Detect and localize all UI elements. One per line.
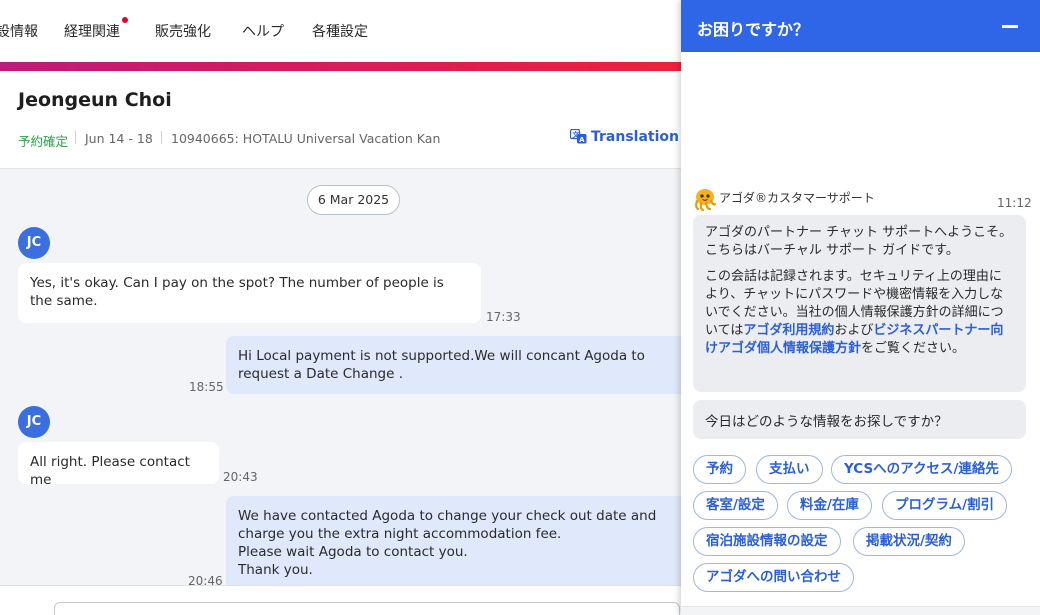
translate-icon: 文 A [569, 128, 587, 144]
guest-avatar: JC [18, 406, 50, 438]
quick-reply-programs[interactable]: プログラム/割引 [882, 491, 1008, 520]
nav-item-help[interactable]: ヘルプ [242, 21, 284, 41]
guest-name: Jeongeun Choi [18, 89, 172, 111]
agent-question-bubble: 今日はどのような情報をお探しですか？ [693, 400, 1026, 439]
booking-dates: Jun 14 - 18 [85, 131, 153, 146]
message-bubble-incoming: All right. Please contact me [18, 442, 219, 488]
message-bubble-outgoing: We have contacted Agoda to change your c… [226, 496, 682, 585]
quick-reply-rates[interactable]: 料金/在庫 [787, 491, 872, 520]
quick-reply-rooms[interactable]: 客室/設定 [693, 491, 778, 520]
booking-property: 10940665: HOTALU Universal Vacation Kan [171, 131, 441, 146]
notice-suffix: をご覧ください。 [861, 341, 966, 356]
translation-button[interactable]: 文 A Translation o [569, 128, 694, 145]
quick-reply-reservation[interactable]: 予約 [693, 455, 746, 484]
composer-bar [0, 585, 682, 615]
agent-name: アゴダ®カスタマーサポート [719, 191, 875, 205]
translation-label: Translation o [591, 129, 694, 145]
message-text: All right. Please contact me [30, 454, 190, 488]
help-panel-title: お困りですか？ [697, 20, 810, 39]
help-panel-header: お困りですか？ [681, 0, 1040, 52]
quick-reply-ycs-access[interactable]: YCSへのアクセス/連絡先 [831, 455, 1012, 484]
message-text: Hi Local payment is not supported.We wil… [238, 348, 645, 382]
nav-item-accounting[interactable]: 経理関連 [64, 21, 120, 41]
divider [75, 131, 76, 144]
minimize-icon[interactable] [1002, 25, 1018, 28]
message-time: 20:43 [223, 470, 258, 484]
guest-avatar: JC [18, 227, 50, 259]
quick-reply-property-setup[interactable]: 宿泊施設情報の設定 [693, 527, 841, 556]
message-line: We have contacted Agoda to change your c… [238, 508, 657, 542]
date-divider: 6 Mar 2025 [307, 185, 400, 215]
octopus-icon [695, 189, 717, 211]
nav-item-settings[interactable]: 各種設定 [312, 21, 368, 41]
message-time: 18:55 [189, 380, 224, 394]
notification-dot [122, 17, 128, 23]
message-bubble-incoming: Yes, it's okay. Can I pay on the spot? T… [18, 263, 481, 323]
nav-item-sales[interactable]: 販売強化 [155, 21, 211, 41]
brand-gradient-bar [0, 62, 682, 71]
notice-and: および [834, 323, 874, 338]
booking-status: 予約確定 [18, 134, 69, 149]
message-line: Please wait Agoda to contact you. [238, 544, 468, 560]
quick-reply-contact-agoda[interactable]: アゴダへの問い合わせ [693, 563, 854, 592]
message-text: Yes, it's okay. Can I pay on the spot? T… [30, 275, 444, 309]
help-panel-footer [681, 606, 1040, 615]
help-chat-panel: お困りですか？ アゴダ®カスタマーサポート 11:12 アゴダのパートナー チャ… [681, 0, 1040, 615]
notice-text: この会話は記録されます。セキュリティ上の理由により、チャットにパスワードや機密情… [705, 268, 1014, 358]
message-time: 17:33 [486, 310, 521, 324]
chat-thread[interactable]: 6 Mar 2025 JC Yes, it's okay. Can I pay … [0, 169, 682, 585]
message-time: 20:46 [188, 574, 223, 585]
message-input[interactable] [54, 602, 680, 615]
message-bubble-outgoing: Hi Local payment is not supported.We wil… [226, 336, 682, 394]
svg-text:A: A [579, 136, 585, 144]
booking-header: Jeongeun Choi 予約確定 Jun 14 - 18 10940665:… [0, 71, 693, 169]
divider [161, 131, 162, 144]
intro-text: アゴダのパートナー チャット サポートへようこそ。こちらはバーチャル サポート … [705, 225, 1013, 258]
agent-message-time: 11:12 [997, 196, 1032, 210]
terms-link[interactable]: アゴダ利用規約 [743, 323, 834, 338]
nav-item-property-info[interactable]: 設情報 [0, 21, 38, 41]
agent-message-bubble: アゴダのパートナー チャット サポートへようこそ。こちらはバーチャル サポート … [693, 215, 1026, 392]
message-line: Thank you. [238, 562, 313, 578]
quick-reply-listing-contract[interactable]: 掲載状況/契約 [853, 527, 965, 556]
quick-reply-payment[interactable]: 支払い [756, 455, 823, 484]
